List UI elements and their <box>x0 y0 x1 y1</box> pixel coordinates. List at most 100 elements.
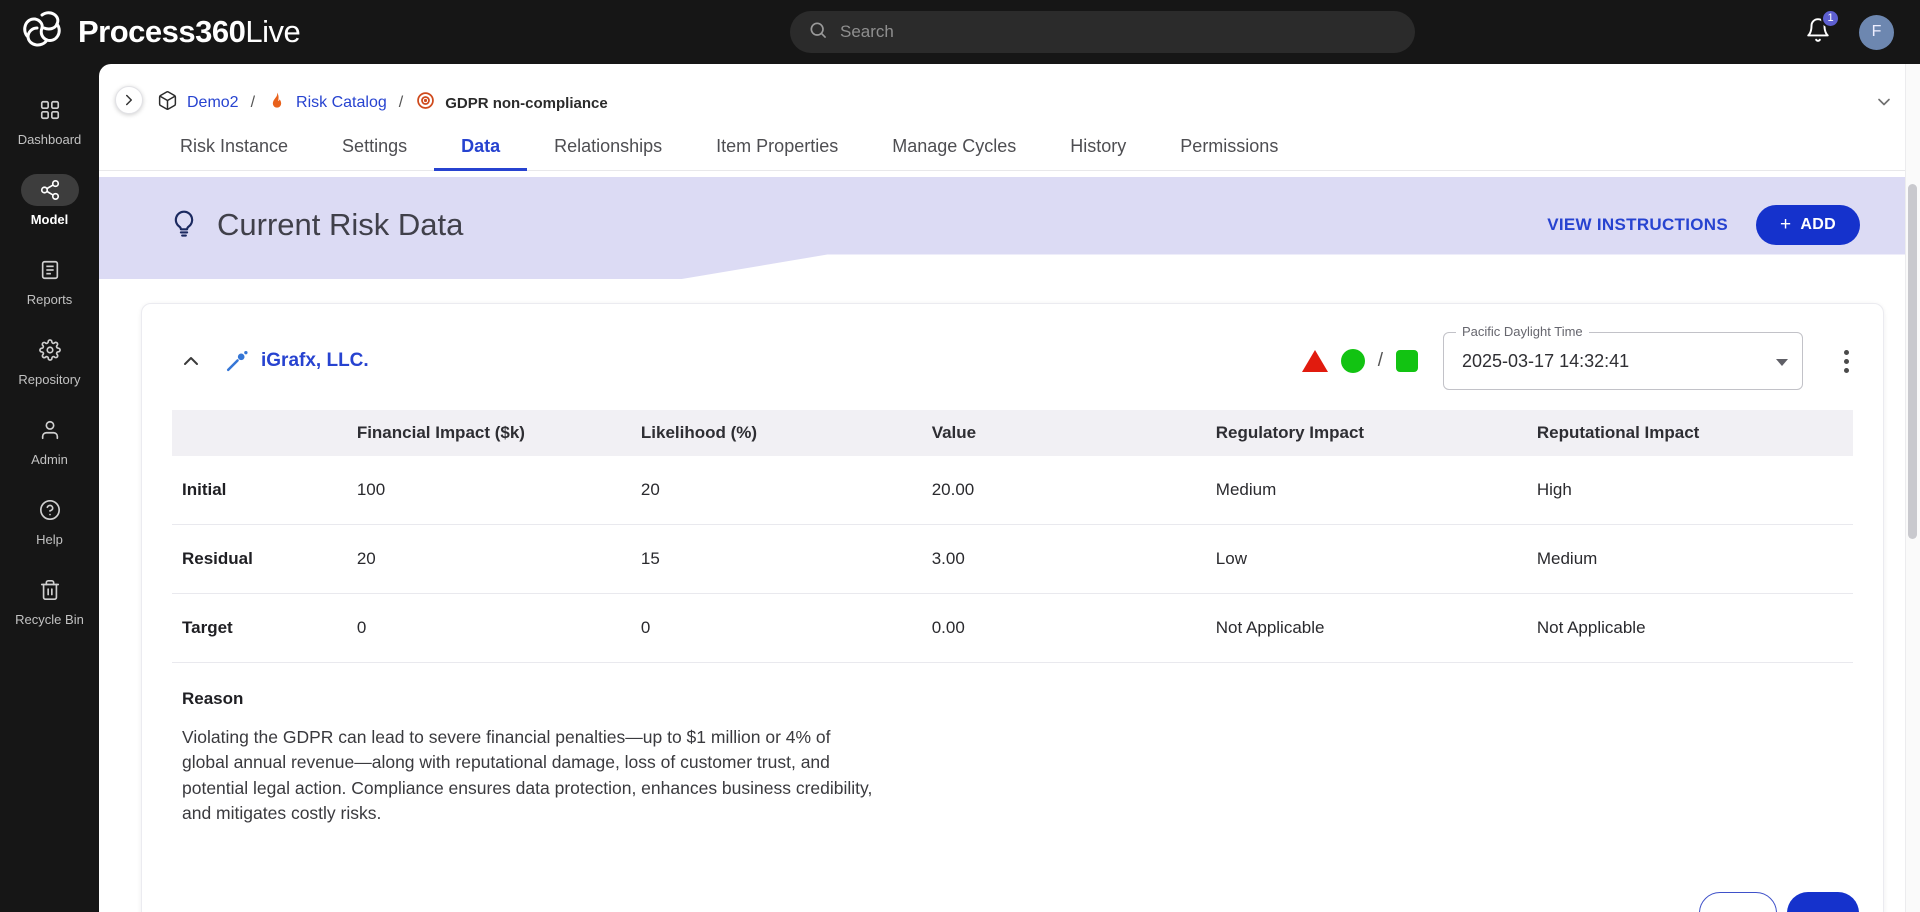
table-row: Target 0 0 0.00 Not Applicable Not Appli… <box>172 594 1853 663</box>
knot-logo-icon <box>20 8 64 57</box>
table-row: Initial 100 20 20.00 Medium High <box>172 456 1853 525</box>
help-icon <box>21 494 79 526</box>
tab-permissions[interactable]: Permissions <box>1153 124 1305 171</box>
table-cell: 20 <box>631 456 922 525</box>
reason-text: Violating the GDPR can lead to severe fi… <box>182 725 882 827</box>
scrollbar-track[interactable] <box>1905 64 1920 912</box>
breadcrumb-label: GDPR non-compliance <box>445 95 608 112</box>
column-header: Regulatory Impact <box>1206 410 1527 456</box>
breadcrumb-item-current: GDPR non-compliance <box>415 90 608 116</box>
tab-history[interactable]: History <box>1043 124 1153 171</box>
bell-icon <box>1805 30 1831 47</box>
table-cell: 20 <box>347 525 631 594</box>
sidebar-item-dashboard[interactable]: Dashboard <box>0 80 99 160</box>
column-header: Likelihood (%) <box>631 410 922 456</box>
dashboard-icon <box>21 94 79 126</box>
app-logo[interactable]: Process360Live <box>0 8 300 57</box>
sidebar-item-reports[interactable]: Reports <box>0 240 99 320</box>
breadcrumb-item-demo2[interactable]: Demo2 <box>157 90 239 116</box>
risk-data-table: Financial Impact ($k) Likelihood (%) Val… <box>172 410 1853 663</box>
table-cell: 0 <box>631 594 922 663</box>
tab-manage-cycles[interactable]: Manage Cycles <box>865 124 1043 171</box>
sidebar-item-model[interactable]: Model <box>0 160 99 240</box>
card-footer <box>1699 892 1859 912</box>
sidebar-item-label: Model <box>31 212 69 227</box>
user-icon <box>21 414 79 446</box>
model-icon <box>21 174 79 206</box>
section-actions: VIEW INSTRUCTIONS + ADD <box>1547 205 1860 245</box>
sidebar-item-repository[interactable]: Repository <box>0 320 99 400</box>
sidebar-item-label: Recycle Bin <box>15 612 84 627</box>
search-bar <box>790 11 1415 53</box>
page-title: Current Risk Data <box>217 207 463 243</box>
breadcrumb-separator: / <box>399 94 403 112</box>
column-header: Value <box>922 410 1206 456</box>
breadcrumb-item-risk-catalog[interactable]: Risk Catalog <box>267 91 387 116</box>
search-input[interactable] <box>840 22 1397 42</box>
tab-item-properties[interactable]: Item Properties <box>689 124 865 171</box>
breadcrumb-separator: / <box>251 94 255 112</box>
search-icon <box>808 20 828 45</box>
sidebar-item-admin[interactable]: Admin <box>0 400 99 480</box>
target-icon <box>415 90 436 116</box>
column-header: Reputational Impact <box>1527 410 1853 456</box>
topbar: Process360Live 1 F <box>0 0 1920 64</box>
chevron-up-icon[interactable] <box>176 346 206 376</box>
footer-primary-button[interactable] <box>1787 892 1859 912</box>
tab-data[interactable]: Data <box>434 124 527 171</box>
table-cell: Low <box>1206 525 1527 594</box>
table-header-row: Financial Impact ($k) Likelihood (%) Val… <box>172 410 1853 456</box>
risk-instance-icon <box>224 349 249 374</box>
table-cell: 100 <box>347 456 631 525</box>
tab-bar: Risk Instance Settings Data Relationship… <box>99 124 1920 171</box>
view-instructions-link[interactable]: VIEW INSTRUCTIONS <box>1547 215 1728 235</box>
table-cell: Not Applicable <box>1206 594 1527 663</box>
tab-relationships[interactable]: Relationships <box>527 124 689 171</box>
breadcrumb-label: Demo2 <box>187 94 239 112</box>
footer-secondary-button[interactable] <box>1699 892 1777 912</box>
lightbulb-icon <box>169 208 199 243</box>
sidebar-item-recycle-bin[interactable]: Recycle Bin <box>0 560 99 640</box>
column-header <box>172 410 347 456</box>
dropdown-caret-icon <box>1776 359 1788 366</box>
row-label: Initial <box>172 456 347 525</box>
green-square-indicator <box>1396 350 1418 372</box>
add-button[interactable]: + ADD <box>1756 205 1860 245</box>
reason-label: Reason <box>182 689 1859 709</box>
tab-risk-instance[interactable]: Risk Instance <box>153 124 315 171</box>
row-label: Target <box>172 594 347 663</box>
card-header: iGrafx, LLC. / Pacific Daylight Time 202… <box>166 330 1859 410</box>
sidebar-item-label: Dashboard <box>18 132 82 147</box>
scrollbar-thumb[interactable] <box>1908 184 1917 539</box>
table-cell: 0 <box>347 594 631 663</box>
red-triangle-indicator <box>1302 350 1328 372</box>
panel-toggle-button[interactable] <box>115 86 143 114</box>
sidebar-item-help[interactable]: Help <box>0 480 99 560</box>
table-cell: Medium <box>1527 525 1853 594</box>
gear-icon <box>21 334 79 366</box>
timestamp-select[interactable]: Pacific Daylight Time 2025-03-17 14:32:4… <box>1443 332 1803 390</box>
company-link[interactable]: iGrafx, LLC. <box>261 350 369 372</box>
avatar[interactable]: F <box>1859 15 1894 50</box>
kebab-menu-button[interactable] <box>1836 346 1857 377</box>
chevron-down-icon[interactable] <box>1874 92 1894 117</box>
topbar-actions: 1 F <box>1805 15 1920 50</box>
reports-icon <box>21 254 79 286</box>
table-row: Residual 20 15 3.00 Low Medium <box>172 525 1853 594</box>
table-cell: 15 <box>631 525 922 594</box>
notifications-button[interactable]: 1 <box>1805 17 1831 48</box>
plus-icon: + <box>1780 218 1791 232</box>
section-title-group: Current Risk Data <box>169 207 463 243</box>
indicator-cluster: / Pacific Daylight Time 2025-03-17 14:32… <box>1302 332 1857 390</box>
timestamp-value: 2025-03-17 14:32:41 <box>1462 351 1629 372</box>
table-cell: Not Applicable <box>1527 594 1853 663</box>
trash-icon <box>21 574 79 606</box>
sidebar: Dashboard Model Reports Repository <box>0 64 99 912</box>
sidebar-item-label: Repository <box>18 372 80 387</box>
table-cell: 20.00 <box>922 456 1206 525</box>
main-content: Demo2 / Risk Catalog / GDPR non-complian… <box>99 64 1920 912</box>
green-circle-indicator <box>1341 349 1365 373</box>
tab-settings[interactable]: Settings <box>315 124 434 171</box>
app-title: Process360Live <box>78 14 300 50</box>
add-button-label: ADD <box>1800 216 1836 234</box>
